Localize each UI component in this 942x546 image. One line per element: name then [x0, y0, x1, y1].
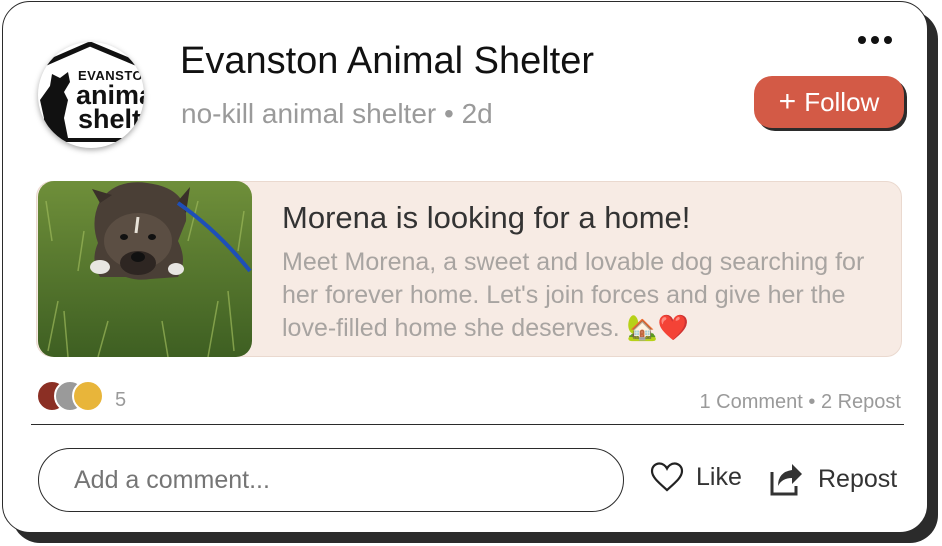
heart-icon — [650, 462, 684, 492]
logo-text-bottom: shelter — [78, 104, 144, 134]
reaction-count: 5 — [115, 389, 127, 411]
reaction-avatars[interactable] — [36, 380, 104, 414]
follow-button[interactable]: + Follow — [754, 76, 904, 128]
dot — [858, 36, 866, 44]
dot — [884, 36, 892, 44]
share-arrow-icon — [770, 464, 802, 496]
divider — [31, 424, 904, 425]
dot — [871, 36, 879, 44]
comment-repost-stats[interactable]: 1 Comment • 2 Repost — [699, 391, 901, 414]
shelter-avatar[interactable]: EVANSTON animal shelter — [38, 42, 144, 148]
more-options-icon[interactable] — [858, 30, 902, 50]
post-body: Meet Morena, a sweet and lovable dog sea… — [282, 248, 865, 342]
comment-input[interactable] — [38, 448, 624, 512]
repost-button[interactable]: Repost — [768, 462, 897, 496]
organization-name[interactable]: Evanston Animal Shelter — [180, 40, 594, 83]
follow-label: Follow — [804, 86, 880, 117]
dog-photo[interactable] — [38, 181, 252, 357]
organization-subline: no-kill animal shelter • 2d — [181, 98, 493, 129]
post-title[interactable]: Morena is looking for a home! — [282, 200, 690, 236]
repost-label: Repost — [818, 464, 898, 493]
like-label: Like — [696, 462, 742, 491]
dog-photo-image — [38, 181, 252, 357]
plus-icon: + — [778, 85, 797, 118]
like-button[interactable]: Like — [650, 462, 742, 492]
reactor-avatar — [72, 380, 104, 412]
